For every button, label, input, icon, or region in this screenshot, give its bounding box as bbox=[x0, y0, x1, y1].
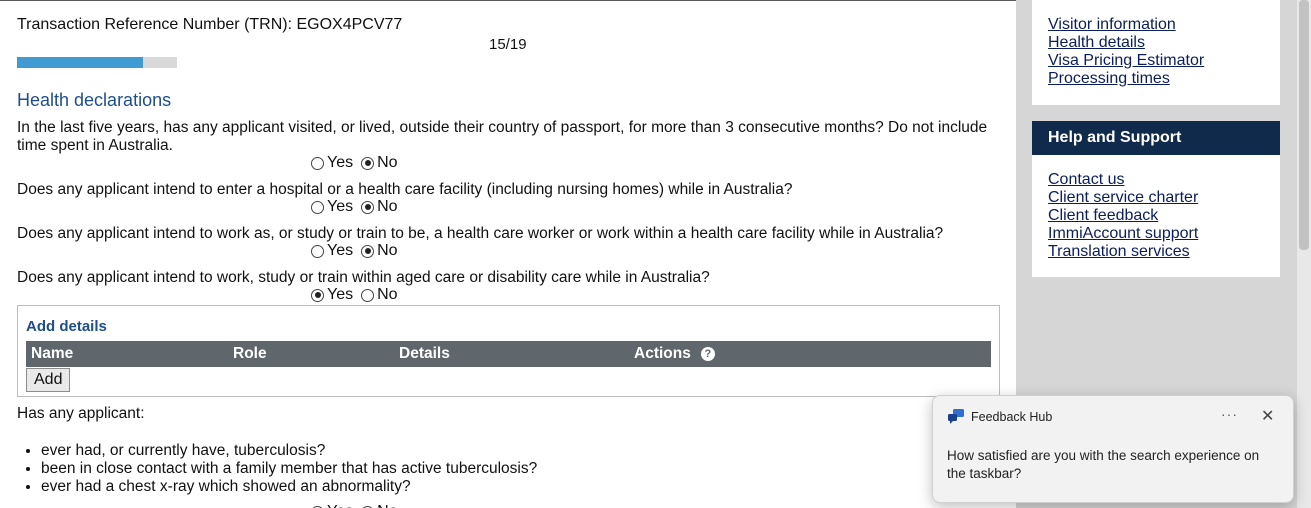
question-3-no[interactable]: No bbox=[361, 242, 398, 260]
column-header-role: Role bbox=[233, 345, 267, 362]
question-2-no[interactable]: No bbox=[361, 198, 398, 216]
radio-icon[interactable] bbox=[311, 156, 324, 170]
question-3-options: Yes No bbox=[311, 242, 406, 260]
feedback-hub-notification[interactable]: Feedback Hub ··· ✕ How satisfied are you… bbox=[932, 395, 1294, 503]
radio-icon[interactable] bbox=[361, 288, 375, 302]
question-4-no[interactable]: No bbox=[361, 286, 398, 304]
link-client-feedback[interactable]: Client feedback bbox=[1048, 207, 1280, 225]
question-2-yes[interactable]: Yes bbox=[311, 198, 353, 216]
more-options-icon[interactable]: ··· bbox=[1221, 406, 1238, 422]
list-item: ever had, or currently have, tuberculosi… bbox=[41, 442, 537, 460]
tuberculosis-question-list: ever had, or currently have, tuberculosi… bbox=[17, 442, 537, 496]
question-5-yes[interactable]: Yes bbox=[311, 503, 353, 508]
trn-label: Transaction Reference Number (TRN): EGOX… bbox=[17, 16, 403, 33]
link-processing-times[interactable]: Processing times bbox=[1048, 70, 1280, 88]
radio-checked-icon[interactable] bbox=[361, 156, 375, 170]
link-visitor-information[interactable]: Visitor information bbox=[1048, 16, 1280, 34]
related-links-panel: Visitor information Health details Visa … bbox=[1032, 0, 1280, 105]
link-visa-pricing-estimator[interactable]: Visa Pricing Estimator bbox=[1048, 52, 1280, 70]
add-details-title: Add details bbox=[26, 318, 107, 335]
link-translation-services[interactable]: Translation services bbox=[1048, 243, 1280, 261]
progress-bar bbox=[17, 57, 177, 68]
radio-checked-icon[interactable] bbox=[361, 200, 375, 214]
list-item: been in close contact with a family memb… bbox=[41, 460, 537, 478]
close-icon[interactable]: ✕ bbox=[1261, 406, 1274, 426]
link-health-details[interactable]: Health details bbox=[1048, 34, 1280, 52]
radio-icon[interactable] bbox=[311, 244, 324, 258]
page-scrollbar[interactable] bbox=[1297, 0, 1311, 508]
help-support-title: Help and Support bbox=[1032, 121, 1280, 155]
question-2-options: Yes No bbox=[311, 198, 406, 216]
add-details-panel: Add details Name Role Details Actions? A… bbox=[17, 305, 1000, 397]
column-header-actions: Actions? bbox=[634, 345, 715, 363]
link-immiaccount-support[interactable]: ImmiAccount support bbox=[1048, 225, 1280, 243]
radio-checked-icon[interactable] bbox=[361, 244, 375, 258]
question-4-options: Yes No bbox=[311, 286, 406, 304]
progress-count: 15/19 bbox=[489, 36, 527, 53]
has-any-applicant-label: Has any applicant: bbox=[17, 405, 145, 422]
scrollbar-thumb[interactable] bbox=[1299, 0, 1309, 250]
question-5-options: Yes No bbox=[311, 503, 406, 508]
radio-checked-icon[interactable] bbox=[311, 288, 324, 302]
add-button[interactable]: Add bbox=[26, 368, 71, 392]
feedback-hub-icon bbox=[948, 409, 964, 424]
question-5-no[interactable]: No bbox=[361, 503, 398, 508]
question-4-text: Does any applicant intend to work, study… bbox=[17, 269, 710, 286]
list-item: ever had a chest x-ray which showed an a… bbox=[41, 478, 537, 496]
question-2-text: Does any applicant intend to enter a hos… bbox=[17, 181, 793, 198]
link-client-service-charter[interactable]: Client service charter bbox=[1048, 189, 1280, 207]
notification-app-name: Feedback Hub bbox=[971, 410, 1053, 424]
question-1-no[interactable]: No bbox=[361, 154, 398, 172]
question-1-yes[interactable]: Yes bbox=[311, 154, 353, 172]
section-title: Health declarations bbox=[17, 90, 172, 110]
question-3-yes[interactable]: Yes bbox=[311, 242, 353, 260]
radio-icon[interactable] bbox=[311, 200, 324, 214]
question-3-text: Does any applicant intend to work as, or… bbox=[17, 225, 944, 242]
notification-message: How satisfied are you with the search ex… bbox=[947, 448, 1260, 481]
question-4-yes[interactable]: Yes bbox=[311, 286, 353, 304]
question-1-text: In the last five years, has any applican… bbox=[17, 119, 988, 154]
question-1-options: Yes No bbox=[311, 154, 406, 172]
progress-bar-fill bbox=[17, 57, 144, 68]
column-header-name: Name bbox=[31, 345, 74, 362]
help-icon[interactable]: ? bbox=[700, 347, 715, 361]
help-support-panel: Help and Support Contact us Client servi… bbox=[1032, 121, 1280, 277]
column-header-details: Details bbox=[399, 345, 450, 362]
details-table-header: Name Role Details Actions? bbox=[26, 341, 991, 367]
link-contact-us[interactable]: Contact us bbox=[1048, 171, 1280, 189]
main-content: Transaction Reference Number (TRN): EGOX… bbox=[0, 0, 1016, 508]
